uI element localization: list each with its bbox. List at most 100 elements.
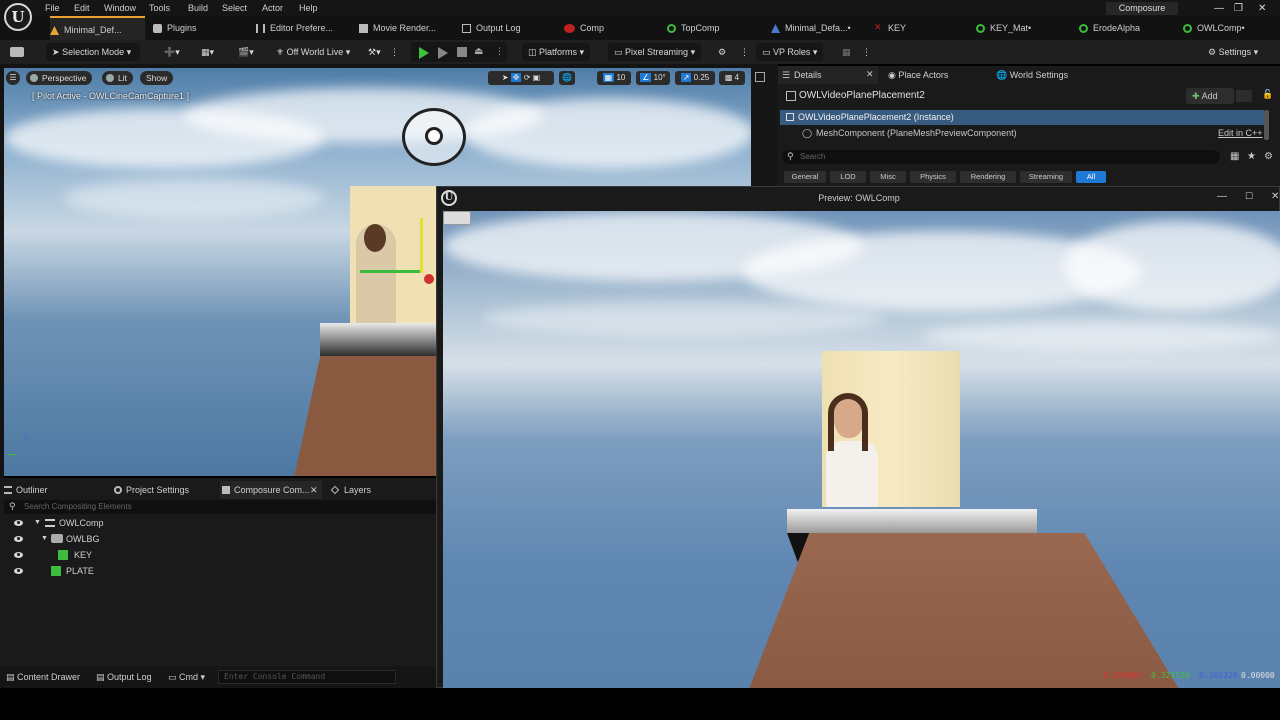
- filter-rendering[interactable]: Rendering: [960, 171, 1016, 183]
- chevron-down-icon[interactable]: ▼: [34, 515, 41, 531]
- eye-icon[interactable]: [14, 568, 23, 574]
- preview-window[interactable]: U Preview: OWLComp — ☐ ✕ 0.560963 0.3215…: [436, 186, 1280, 689]
- pixel-streaming-dropdown[interactable]: ▭ Pixel Streaming ▾: [608, 43, 702, 61]
- stop-icon[interactable]: [457, 47, 467, 57]
- show-button[interactable]: Show: [140, 71, 174, 85]
- scrollbar[interactable]: [1264, 110, 1269, 140]
- eye-icon[interactable]: [14, 520, 23, 526]
- tree-row-owlcomp[interactable]: ▼ OWLComp: [0, 515, 436, 531]
- tab-plugins[interactable]: Plugins: [153, 16, 243, 40]
- tab-minimal-default[interactable]: Minimal_Def...: [50, 16, 145, 40]
- vp-roles-dropdown[interactable]: ▭ VP Roles ▾: [756, 43, 824, 61]
- component-row-instance[interactable]: OWLVideoPlanePlacement2 (Instance): [780, 110, 1264, 125]
- minimize-icon[interactable]: —: [1217, 191, 1227, 202]
- tab-movie-render[interactable]: Movie Render...: [359, 16, 454, 40]
- close-icon[interactable]: ✕: [310, 481, 318, 499]
- tree-row-owlbg[interactable]: ▼ OWLBG: [0, 531, 436, 547]
- filter-physics[interactable]: Physics: [910, 171, 956, 183]
- compositing-search-input[interactable]: ⚲ Search Compositing Elements: [4, 500, 436, 514]
- eye-icon[interactable]: [14, 536, 23, 542]
- menu-select[interactable]: Select: [222, 3, 247, 13]
- tab-key[interactable]: ✕ KEY: [874, 16, 964, 40]
- tab-world-settings[interactable]: 🌐 World Settings: [996, 70, 1068, 81]
- tab-place-actors[interactable]: ◉ Place Actors: [888, 70, 948, 81]
- cmd-dropdown[interactable]: ▭ Cmd ▾: [168, 670, 205, 684]
- close-icon[interactable]: ✕: [1258, 3, 1266, 14]
- users-icon[interactable]: ⚙: [718, 43, 726, 61]
- menu-help[interactable]: Help: [299, 3, 318, 13]
- tab-topcomp[interactable]: TopComp: [667, 16, 762, 40]
- step-icon[interactable]: [438, 47, 448, 59]
- unreal-logo-icon[interactable]: U: [4, 3, 32, 31]
- edit-cpp-link[interactable]: Edit in C++: [1218, 128, 1263, 138]
- add-component-button[interactable]: ✚ Add: [1186, 88, 1234, 104]
- world-local-icon[interactable]: 🌐: [559, 71, 575, 85]
- tree-row-plate[interactable]: PLATE: [0, 563, 436, 579]
- restore-icon[interactable]: ❐: [1234, 3, 1243, 14]
- close-icon[interactable]: ✕: [866, 69, 874, 80]
- minimize-icon[interactable]: —: [1214, 3, 1224, 14]
- menu-build[interactable]: Build: [188, 3, 208, 13]
- filter-lod[interactable]: LOD: [830, 171, 866, 183]
- scale-snap-button[interactable]: ↗ 0.25: [675, 71, 715, 85]
- menu-window[interactable]: Window: [104, 3, 136, 13]
- revision-icon[interactable]: ▦: [842, 43, 851, 61]
- select-icon[interactable]: ➤: [502, 73, 509, 82]
- tree-row-key[interactable]: KEY: [0, 547, 436, 563]
- tab-owlcomp[interactable]: OWLComp•: [1183, 16, 1278, 40]
- gear-icon[interactable]: ⚙: [1264, 151, 1273, 162]
- preview-options-button[interactable]: [443, 211, 471, 225]
- tab-composure-compositing[interactable]: Composure Com... ✕: [220, 481, 322, 499]
- gizmo-z-axis[interactable]: [420, 218, 423, 273]
- tab-comp[interactable]: Comp: [564, 16, 654, 40]
- chevron-down-icon[interactable]: ▼: [41, 531, 48, 547]
- add-actor-icon[interactable]: ➕▾: [164, 43, 180, 61]
- tab-erode-alpha[interactable]: ErodeAlpha: [1079, 16, 1174, 40]
- save-icon[interactable]: [10, 47, 24, 57]
- cinematics-icon[interactable]: 🎬▾: [238, 43, 254, 61]
- gizmo-x-axis[interactable]: [424, 274, 434, 284]
- rotation-snap-button[interactable]: ∠ 10°: [636, 71, 670, 85]
- tab-key-mat[interactable]: KEY_Mat•: [976, 16, 1071, 40]
- tab-details[interactable]: ☰ Details ✕: [778, 66, 878, 84]
- rotate-icon[interactable]: ⟳: [524, 73, 531, 82]
- content-drawer-button[interactable]: ▤ Content Drawer: [6, 670, 80, 684]
- console-input[interactable]: Enter Console Command: [218, 670, 396, 684]
- tab-project-settings[interactable]: Project Settings: [112, 481, 189, 499]
- layout-icon[interactable]: [755, 72, 765, 82]
- close-icon[interactable]: ✕: [1271, 191, 1279, 202]
- menu-tools[interactable]: Tools: [149, 3, 170, 13]
- gizmo-y-axis[interactable]: [360, 270, 422, 273]
- output-log-button[interactable]: ▤ Output Log: [96, 670, 152, 684]
- viewport-menu-icon[interactable]: ☰: [6, 71, 20, 85]
- star-icon[interactable]: ★: [1247, 151, 1256, 162]
- world-dropdown[interactable]: ⚜ Off World Live ▾: [276, 43, 350, 61]
- lit-button[interactable]: Lit: [102, 71, 133, 85]
- tab-outliner[interactable]: Outliner: [2, 481, 48, 499]
- play-options-icon[interactable]: ⋮: [495, 46, 504, 57]
- blueprint-icon[interactable]: [1236, 90, 1252, 102]
- translate-icon[interactable]: ✥: [510, 73, 522, 82]
- tool-icon[interactable]: ⚒▾: [368, 43, 381, 61]
- tab-output-log[interactable]: Output Log: [462, 16, 552, 40]
- menu-file[interactable]: File: [45, 3, 60, 13]
- platforms-dropdown[interactable]: ◫ Platforms ▾: [522, 43, 591, 61]
- filter-streaming[interactable]: Streaming: [1020, 171, 1072, 183]
- lock-icon[interactable]: 🔓: [1262, 89, 1273, 100]
- eye-icon[interactable]: [14, 552, 23, 558]
- table-view-icon[interactable]: ▦: [1230, 151, 1239, 162]
- blueprint-icon[interactable]: ▦▾: [201, 43, 214, 61]
- perspective-button[interactable]: Perspective: [26, 71, 93, 85]
- tab-layers[interactable]: Layers: [330, 481, 371, 499]
- tab-minimal-default-2[interactable]: Minimal_Defa...•: [771, 16, 866, 40]
- eject-icon[interactable]: ⏏: [474, 46, 483, 57]
- more-options-icon[interactable]: ⋮: [862, 43, 871, 61]
- filter-general[interactable]: General: [784, 171, 826, 183]
- filter-all[interactable]: All: [1076, 171, 1106, 183]
- more-options-icon[interactable]: ⋮: [390, 43, 399, 61]
- scale-icon[interactable]: ▣: [533, 73, 541, 82]
- filter-misc[interactable]: Misc: [870, 171, 906, 183]
- details-search-input[interactable]: ⚲ Search: [782, 150, 1220, 164]
- maximize-icon[interactable]: ☐: [1245, 191, 1253, 202]
- play-icon[interactable]: [419, 47, 429, 59]
